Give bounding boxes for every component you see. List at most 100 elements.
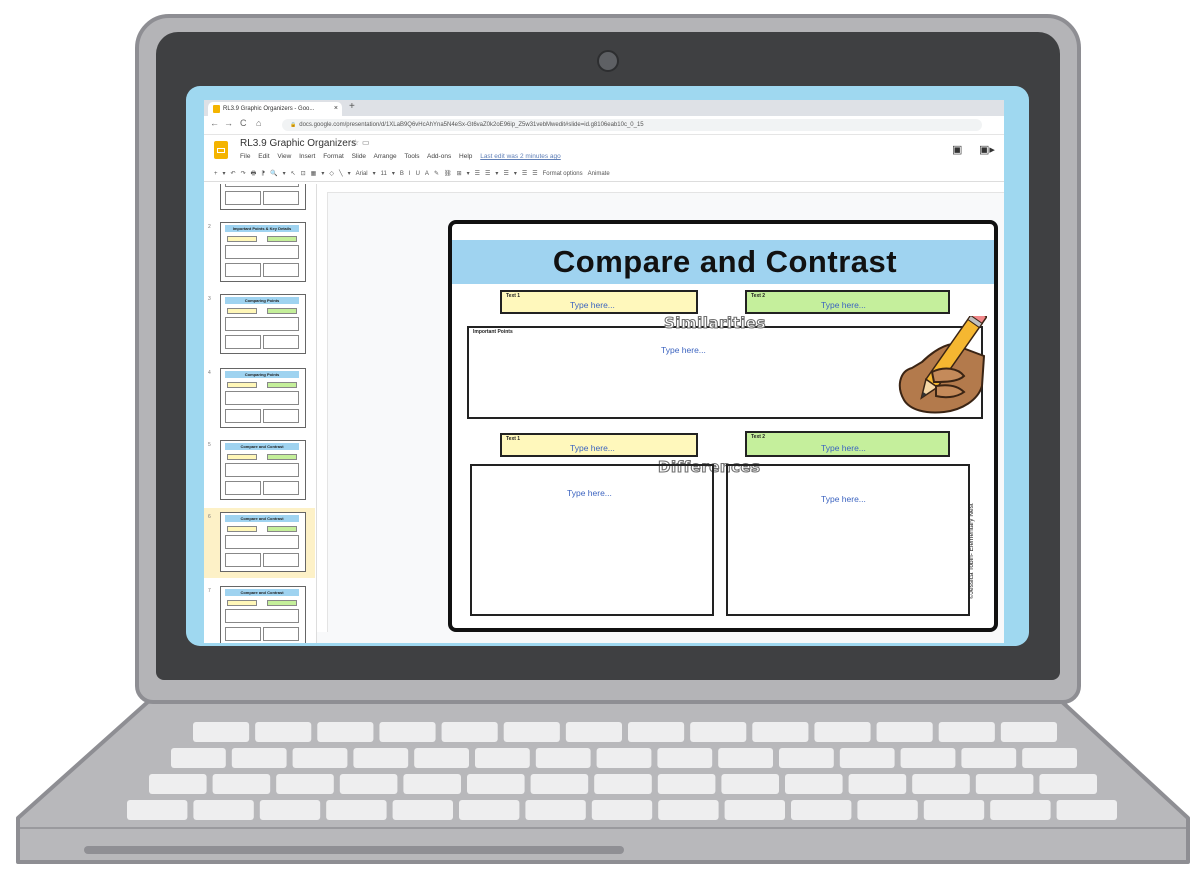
toolbar-item[interactable]: Animate — [588, 171, 610, 177]
new-tab-button[interactable]: + — [349, 101, 355, 112]
toolbar-item[interactable]: ▦ — [311, 171, 317, 177]
type-here-placeholder[interactable]: Type here... — [821, 443, 866, 453]
type-here-placeholder[interactable]: Type here... — [567, 488, 612, 498]
move-folder-icon[interactable]: ▭ — [362, 138, 370, 147]
toolbar-item[interactable]: ↶ — [231, 171, 236, 177]
slide-thumbnail[interactable]: Compare and Contrast — [220, 586, 306, 643]
toolbar-item[interactable]: ↖ — [291, 171, 296, 177]
text2-differences-area[interactable]: Type here... — [726, 464, 970, 616]
slide-thumbnail[interactable]: Compare and Contrast — [220, 440, 306, 500]
type-here-placeholder[interactable]: Type here... — [570, 443, 615, 453]
thumbnail-box — [263, 263, 299, 277]
keyboard-key — [785, 774, 843, 794]
toolbar-item[interactable]: ▾ — [467, 171, 470, 177]
url-field[interactable]: 🔒 docs.google.com/presentation/d/1XLaB9Q6… — [282, 119, 982, 131]
google-slides-logo-icon[interactable] — [214, 141, 228, 159]
toolbar-item[interactable]: ↷ — [241, 171, 246, 177]
toolbar-item[interactable]: I — [409, 171, 411, 177]
text2-differences-box[interactable]: Text 2 Type here... — [745, 431, 950, 457]
vertical-ruler — [317, 192, 328, 632]
menu-view[interactable]: View — [277, 153, 291, 160]
toolbar-item[interactable]: ▾ — [321, 171, 324, 177]
forward-icon[interactable]: → — [224, 118, 233, 128]
home-icon[interactable]: ⌂ — [256, 118, 261, 128]
toolbar-item[interactable]: ◇ — [329, 171, 334, 177]
toolbar-item[interactable]: 11 — [381, 171, 387, 177]
toolbar-item[interactable]: ☰ — [532, 171, 537, 177]
thumbnail-box — [227, 454, 257, 460]
thumbnail-box — [225, 463, 299, 477]
toolbar-item[interactable]: Arial — [356, 171, 368, 177]
menu-tools[interactable]: Tools — [404, 153, 419, 160]
browser-tab[interactable]: RL3.9 Graphic Organizers - Goo... × — [208, 102, 342, 116]
toolbar-item[interactable]: ⁋ — [261, 171, 265, 177]
type-here-placeholder[interactable]: Type here... — [821, 300, 866, 310]
reload-icon[interactable]: C — [240, 118, 247, 128]
thumbnail-box — [225, 535, 299, 549]
toolbar-item[interactable]: ▾ — [348, 171, 351, 177]
toolbar-item[interactable]: + — [214, 171, 218, 177]
keyboard-key — [923, 800, 985, 820]
slide-thumbnail[interactable]: Comparing Points — [220, 294, 306, 354]
type-here-placeholder[interactable]: Type here... — [570, 300, 615, 310]
keyboard-key — [467, 774, 525, 794]
toolbar-item[interactable]: Format options — [543, 171, 583, 177]
toolbar-item[interactable]: 🖶 — [251, 171, 257, 177]
slide-thumbnail[interactable]: Comparing Points — [220, 368, 306, 428]
menu-file[interactable]: File — [240, 153, 250, 160]
slide-title[interactable]: Compare and Contrast — [452, 240, 994, 284]
toolbar-item[interactable]: ☰ — [522, 171, 527, 177]
menu-slide[interactable]: Slide — [352, 153, 366, 160]
type-here-placeholder[interactable]: Type here... — [661, 345, 706, 355]
slide-thumbnail[interactable] — [220, 184, 306, 210]
toolbar-item[interactable]: ☰ — [485, 171, 490, 177]
menu-help[interactable]: Help — [459, 153, 472, 160]
text2-similarities-box[interactable]: Text 2 Type here... — [745, 290, 950, 314]
toolbar-item[interactable]: ▾ — [495, 171, 498, 177]
toolbar-item[interactable]: ☰ — [475, 171, 480, 177]
toolbar-item[interactable]: ▾ — [373, 171, 376, 177]
type-here-placeholder[interactable]: Type here... — [821, 494, 866, 504]
last-edit-link[interactable]: Last edit was 2 minutes ago — [480, 153, 561, 160]
toolbar-item[interactable]: ☰ — [503, 171, 508, 177]
keyboard-key — [127, 800, 188, 820]
toolbar-item[interactable]: ▾ — [392, 171, 395, 177]
toolbar-item[interactable]: B — [400, 171, 404, 177]
document-title[interactable]: RL3.9 Graphic Organizers — [240, 138, 356, 149]
toolbar-item[interactable]: ⛓ — [444, 171, 452, 177]
toolbar-item[interactable]: ⊡ — [301, 171, 306, 177]
toolbar-item[interactable]: A — [425, 171, 429, 177]
slide-thumbnail[interactable]: Compare and Contrast — [220, 512, 306, 572]
toolbar-item[interactable]: ╲ — [339, 171, 343, 177]
text1-differences-box[interactable]: Text 1 Type here... — [500, 433, 698, 457]
keyboard-key — [721, 774, 779, 794]
toolbar-item[interactable]: ▾ — [514, 171, 517, 177]
menu-insert[interactable]: Insert — [299, 153, 315, 160]
text1-similarities-box[interactable]: Text 1 Type here... — [500, 290, 698, 314]
toolbar-item[interactable]: ▾ — [223, 171, 226, 177]
menu-format[interactable]: Format — [323, 153, 344, 160]
toolbar-item[interactable]: ▾ — [283, 171, 286, 177]
comment-history-icon[interactable]: ▣ — [952, 143, 962, 156]
keyboard-key — [690, 722, 747, 742]
keyboard-key — [1056, 800, 1117, 820]
keyboard-key — [912, 774, 970, 794]
toolbar-item[interactable]: ⊞ — [457, 171, 462, 177]
tab-close-icon[interactable]: × — [334, 102, 338, 116]
thumbnail-title: Compare and Contrast — [225, 515, 299, 522]
address-bar: ← → C ⌂ 🔒 docs.google.com/presentation/d/… — [204, 116, 1004, 135]
thumbnail-box — [227, 382, 257, 388]
text1-differences-area[interactable]: Type here... — [470, 464, 714, 616]
star-icon[interactable]: ☆ — [352, 138, 359, 147]
slide-number: 7 — [208, 588, 211, 594]
menu-edit[interactable]: Edit — [258, 153, 269, 160]
present-icon[interactable]: ▣▸ — [979, 143, 995, 156]
toolbar-item[interactable]: ✎ — [434, 171, 439, 177]
menu-addons[interactable]: Add-ons — [427, 153, 451, 160]
current-slide[interactable]: Compare and Contrast Text 1 Type here...… — [448, 220, 998, 632]
toolbar-item[interactable]: 🔍 — [270, 171, 277, 177]
menu-arrange[interactable]: Arrange — [374, 153, 397, 160]
slide-thumbnail[interactable]: Important Points & Key Details — [220, 222, 306, 282]
toolbar-item[interactable]: U — [416, 171, 420, 177]
back-icon[interactable]: ← — [210, 118, 219, 128]
